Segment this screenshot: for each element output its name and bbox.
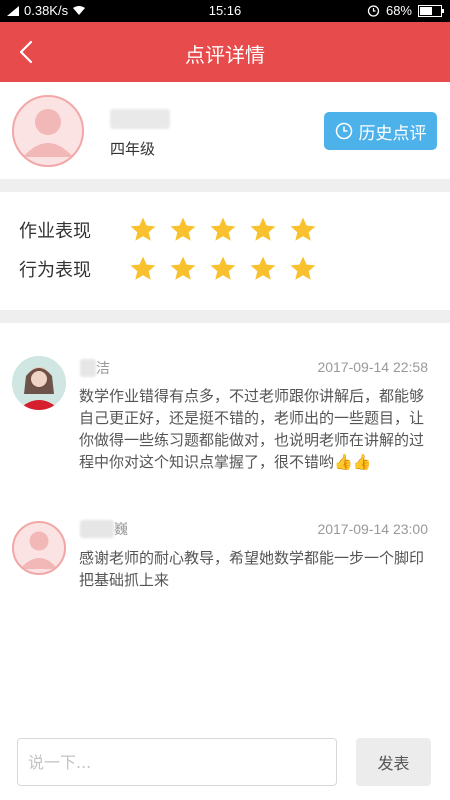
star-icon xyxy=(170,256,196,280)
comment-time: 2017-09-14 23:00 xyxy=(317,521,428,537)
comment-text: 感谢老师的耐心教导，希望她数学都能一步一个脚印把基础抓上来 xyxy=(79,549,425,589)
comment-input-bar: 发表 xyxy=(0,728,450,800)
send-button[interactable]: 发表 xyxy=(356,738,431,786)
star-rating xyxy=(129,255,317,283)
rating-row-behavior: 行为表现 xyxy=(19,255,317,283)
clock-icon xyxy=(335,122,352,140)
alarm-icon xyxy=(367,5,380,17)
commenter-name: 巍 xyxy=(114,522,128,538)
page-title: 点评详情 xyxy=(185,43,265,67)
rating-label: 作业表现 xyxy=(19,221,91,242)
comment-item: 洁 2017-09-14 22:58 数学作业错得有点多，不过老师跟你讲解后，都… xyxy=(0,352,450,492)
comment-text: 数学作业错得有点多，不过老师跟你讲解后，都能够自己更正好，还是挺不错的，老师出的… xyxy=(79,387,425,471)
star-rating xyxy=(129,216,317,244)
header: 点评详情 xyxy=(0,22,450,82)
star-icon xyxy=(130,256,156,280)
star-icon xyxy=(250,217,276,241)
section-divider xyxy=(0,310,450,323)
rating-section: 作业表现 行为表现 xyxy=(0,192,450,310)
rating-row-homework: 作业表现 xyxy=(19,216,317,244)
star-icon xyxy=(130,217,156,241)
student-profile: 四年级 历史点评 xyxy=(0,82,450,179)
commenter-name-blurred xyxy=(80,520,114,538)
history-reviews-button[interactable]: 历史点评 xyxy=(324,112,437,150)
star-icon xyxy=(290,256,316,280)
history-reviews-label: 历史点评 xyxy=(358,123,427,144)
star-icon xyxy=(170,217,196,241)
section-divider xyxy=(0,179,450,192)
default-avatar-icon xyxy=(23,109,73,157)
star-icon xyxy=(210,256,236,280)
rating-label: 行为表现 xyxy=(19,260,91,281)
star-icon xyxy=(250,256,276,280)
star-icon xyxy=(210,217,236,241)
comment-time: 2017-09-14 22:58 xyxy=(317,359,428,375)
battery-icon xyxy=(418,4,444,17)
parent-avatar xyxy=(12,521,66,575)
battery-percent: 68% xyxy=(385,3,412,18)
comment-item: 巍 2017-09-14 23:00 感谢老师的耐心教导，希望她数学都能一步一个… xyxy=(0,515,450,595)
teacher-photo-icon xyxy=(12,356,66,410)
status-bar: 0.38K/s 15:16 68% xyxy=(0,0,450,22)
status-right: 68% xyxy=(367,3,444,18)
commenter-name: 洁 xyxy=(96,361,110,377)
student-avatar xyxy=(12,95,84,167)
student-name-blurred xyxy=(110,109,170,129)
comment-input[interactable] xyxy=(17,738,337,786)
star-icon xyxy=(290,217,316,241)
student-grade: 四年级 xyxy=(110,140,156,158)
default-avatar-icon xyxy=(20,531,58,569)
teacher-avatar xyxy=(12,356,66,410)
commenter-name-blurred xyxy=(80,359,96,377)
